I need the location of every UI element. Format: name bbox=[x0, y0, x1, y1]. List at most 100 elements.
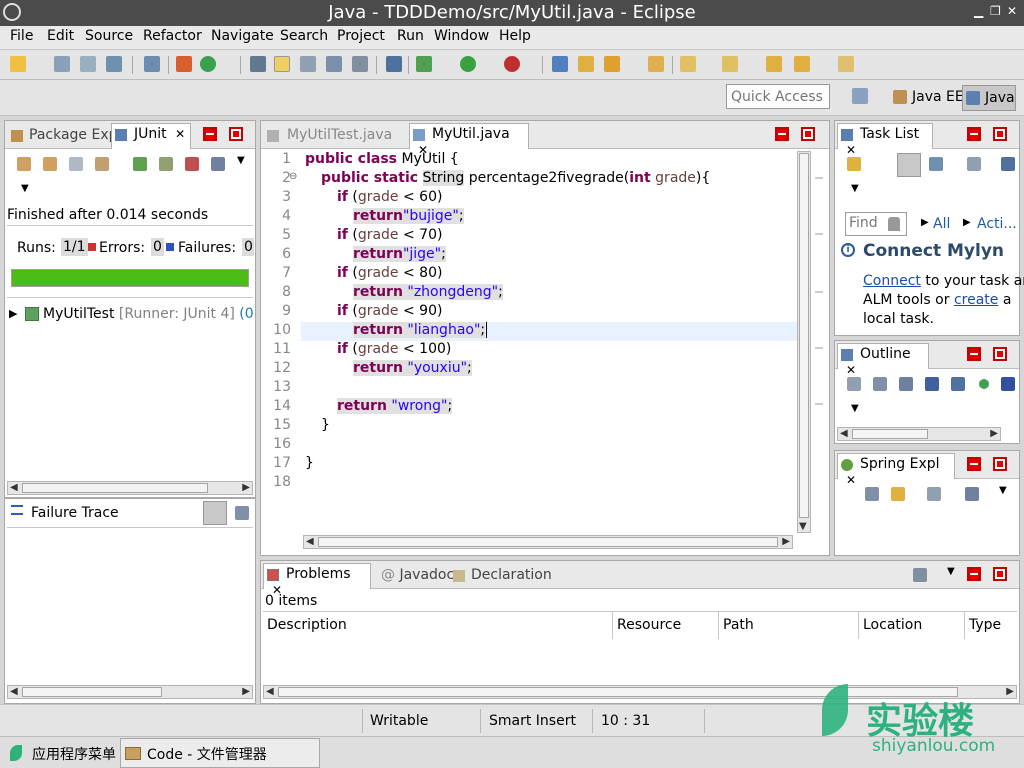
create-link[interactable]: create bbox=[954, 292, 998, 308]
code-line-4[interactable]: return"bujige"; bbox=[353, 208, 464, 224]
run-external-icon[interactable] bbox=[504, 56, 520, 72]
collapse-all-icon[interactable] bbox=[865, 487, 879, 501]
code-line-8[interactable]: return "zhongdeng"; bbox=[353, 284, 503, 300]
minimize-view-button[interactable] bbox=[967, 127, 981, 141]
menu-source[interactable]: Source bbox=[85, 28, 133, 44]
build-icon[interactable] bbox=[176, 56, 192, 72]
hide-fields-icon[interactable] bbox=[925, 377, 939, 391]
close-icon[interactable]: ✕ bbox=[846, 473, 856, 487]
junit-hscroll[interactable]: ◀ ▶ bbox=[7, 481, 253, 495]
next-annotation-icon[interactable] bbox=[680, 56, 696, 72]
scroll-right-icon[interactable]: ▶ bbox=[782, 536, 790, 547]
close-icon[interactable]: ✕ bbox=[846, 143, 856, 157]
code-line-3[interactable]: if (grade < 60) bbox=[337, 189, 442, 205]
minimize-view-button[interactable] bbox=[967, 567, 981, 581]
editor-vscroll[interactable]: ▼ bbox=[797, 151, 811, 533]
new-task-icon[interactable] bbox=[847, 157, 861, 171]
open-folder-icon[interactable] bbox=[648, 56, 664, 72]
refresh-icon[interactable] bbox=[200, 56, 216, 72]
menu-window[interactable]: Window bbox=[434, 28, 489, 44]
scroll-down-icon[interactable]: ▼ bbox=[799, 521, 807, 532]
view-menu-icon[interactable]: ▼ bbox=[21, 183, 29, 194]
column-location[interactable]: Location bbox=[859, 612, 965, 639]
open-type-icon[interactable] bbox=[578, 56, 594, 72]
back-icon[interactable] bbox=[794, 56, 810, 72]
code-line-9[interactable]: if (grade < 90) bbox=[337, 303, 442, 319]
block-selection-icon[interactable] bbox=[326, 56, 342, 72]
open-task-icon[interactable] bbox=[604, 56, 620, 72]
scroll-left-icon[interactable]: ◀ bbox=[10, 686, 18, 697]
hide-local-types-icon[interactable] bbox=[1001, 377, 1015, 391]
test-run-history-icon[interactable] bbox=[211, 157, 225, 171]
print-icon[interactable] bbox=[106, 56, 122, 72]
maximize-editor-button[interactable] bbox=[801, 127, 815, 141]
view-menu-chevron-down-icon[interactable]: ▼ bbox=[237, 155, 245, 166]
sort-icon[interactable] bbox=[899, 377, 913, 391]
clear-filter-icon[interactable] bbox=[888, 217, 900, 231]
column-resource[interactable]: Resource bbox=[613, 612, 719, 639]
maximize-view-button[interactable] bbox=[229, 127, 243, 141]
minimize-view-button[interactable] bbox=[967, 457, 981, 471]
debug-icon[interactable] bbox=[416, 56, 432, 72]
perspective-java[interactable]: Java bbox=[962, 85, 1016, 111]
tab-myutiltest-java[interactable]: MyUtilTest.java bbox=[265, 125, 396, 145]
menu-help[interactable]: Help bbox=[499, 28, 531, 44]
taskbar-file-manager[interactable]: Code - 文件管理器 bbox=[120, 738, 320, 768]
last-edit-icon[interactable] bbox=[766, 56, 782, 72]
tab-package-explorer[interactable]: Package Exp bbox=[9, 125, 122, 145]
hscroll-thumb[interactable] bbox=[278, 687, 958, 697]
menu-refactor[interactable]: Refactor bbox=[143, 28, 202, 44]
view-menu-chevron-down-icon[interactable]: ▼ bbox=[947, 566, 955, 577]
java-doc-icon[interactable] bbox=[144, 56, 160, 72]
scroll-right-icon[interactable]: ▶ bbox=[242, 482, 250, 493]
toggle-mark-icon[interactable] bbox=[250, 56, 266, 72]
tree-item-myutiltest[interactable]: MyUtilTest [Runner: JUnit 4] (0.00 bbox=[43, 306, 255, 322]
hscroll-thumb[interactable] bbox=[22, 483, 208, 493]
scroll-left-icon[interactable]: ◀ bbox=[306, 536, 314, 547]
scroll-right-icon[interactable]: ▶ bbox=[242, 686, 250, 697]
task-find-input[interactable]: Find bbox=[845, 212, 907, 236]
new-java-project-icon[interactable] bbox=[552, 56, 568, 72]
hide-static-icon[interactable] bbox=[951, 377, 965, 391]
perspective-java-ee[interactable]: Java EE bbox=[890, 85, 968, 111]
code-line-10[interactable]: return "lianghao"; bbox=[353, 322, 488, 338]
collapse-all-icon[interactable] bbox=[873, 377, 887, 391]
tab-javadoc[interactable]: @ Javadoc bbox=[377, 565, 458, 585]
minimize-editor-button[interactable] bbox=[775, 127, 789, 141]
menu-run[interactable]: Run bbox=[397, 28, 424, 44]
app-menu-button[interactable]: 应用程序菜单 bbox=[4, 739, 120, 767]
code-line-14[interactable]: return "wrong"; bbox=[337, 398, 453, 414]
hscroll-thumb[interactable] bbox=[22, 687, 162, 697]
code-line-6[interactable]: return"jige"; bbox=[353, 246, 446, 262]
new-icon[interactable] bbox=[10, 56, 26, 72]
sync-icon[interactable] bbox=[1001, 157, 1015, 171]
maximize-view-button[interactable] bbox=[993, 127, 1007, 141]
view-menu-icon[interactable]: ▼ bbox=[851, 403, 859, 414]
editor-hscroll[interactable]: ◀ ▶ bbox=[303, 535, 793, 549]
maximize-view-button[interactable] bbox=[993, 567, 1007, 581]
code-line-1[interactable]: public class MyUtil { bbox=[305, 151, 459, 167]
menu-search[interactable]: Search bbox=[280, 28, 328, 44]
code-line-7[interactable]: if (grade < 80) bbox=[337, 265, 442, 281]
mark-occurrences-icon[interactable] bbox=[300, 56, 316, 72]
categorized-icon[interactable] bbox=[897, 153, 921, 177]
scroll-left-icon[interactable]: ◀ bbox=[840, 428, 848, 439]
menu-edit[interactable]: Edit bbox=[47, 28, 74, 44]
hide-non-public-icon[interactable] bbox=[979, 379, 989, 389]
view-menu-chevron-down-icon[interactable]: ▼ bbox=[999, 485, 1007, 496]
menu-project[interactable]: Project bbox=[337, 28, 385, 44]
code-line-12[interactable]: return "youxiu"; bbox=[353, 360, 472, 376]
minimize-view-button[interactable] bbox=[967, 347, 981, 361]
scroll-left-icon[interactable]: ◀ bbox=[266, 686, 274, 697]
run-icon[interactable] bbox=[460, 56, 476, 72]
sort-icon[interactable] bbox=[965, 487, 979, 501]
window-restore-button[interactable]: ❐ bbox=[990, 4, 1001, 18]
filter-stack-icon[interactable] bbox=[203, 501, 227, 525]
window-minimize-button[interactable]: ▁ bbox=[974, 4, 983, 18]
close-icon[interactable]: ✕ bbox=[175, 127, 185, 141]
tab-problems[interactable]: Problems ✕ bbox=[263, 563, 371, 597]
focus-active-task-icon[interactable] bbox=[847, 377, 861, 391]
rerun-test-icon[interactable] bbox=[133, 157, 147, 171]
open-perspective-icon[interactable] bbox=[852, 88, 868, 104]
rerun-failed-icon[interactable] bbox=[159, 157, 173, 171]
